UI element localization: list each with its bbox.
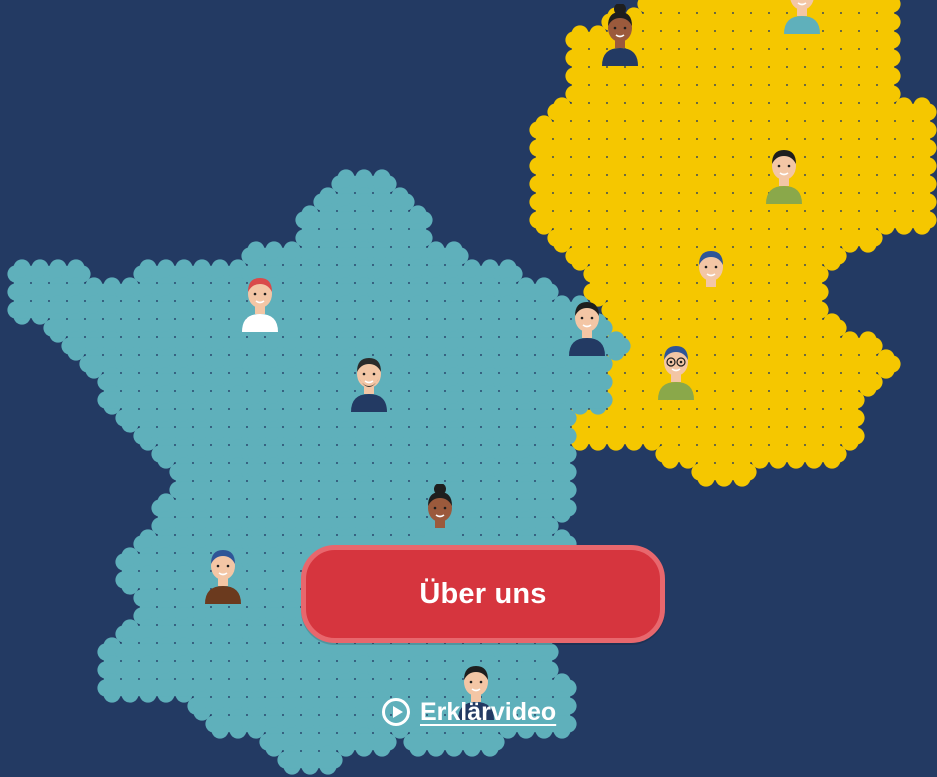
avatar-bun-dark-skin xyxy=(418,483,462,553)
hero-stage: Über uns Erklärvideo xyxy=(0,0,937,777)
explainer-video-link[interactable]: Erklärvideo xyxy=(382,694,556,730)
person-cap-icon xyxy=(205,550,241,604)
france-dot-region xyxy=(7,169,631,775)
avatar-top-right xyxy=(780,0,824,39)
germany-dot-region xyxy=(529,0,937,487)
person-bald-beard-icon xyxy=(351,358,387,412)
person-blue-hair-icon xyxy=(693,251,729,305)
person-bun-icon xyxy=(422,483,458,546)
play-circle-icon xyxy=(382,698,410,726)
about-us-button[interactable]: Über uns xyxy=(301,545,665,643)
avatar-blue-cap xyxy=(201,542,245,609)
person-top-right-icon xyxy=(784,0,820,34)
avatar-border xyxy=(565,294,609,361)
person-red-hair-icon xyxy=(242,278,278,332)
avatar-top-bun xyxy=(598,3,642,81)
explainer-video-label: Erklärvideo xyxy=(420,697,557,726)
person-green-shirt-icon xyxy=(766,150,802,204)
person-border-icon xyxy=(569,302,605,356)
avatar-green-shirt xyxy=(762,142,806,213)
avatar-blue-hair xyxy=(689,243,733,305)
avatar-bald-beard xyxy=(347,350,391,427)
avatar-glasses xyxy=(654,338,698,409)
person-glasses-icon xyxy=(658,346,694,400)
avatar-red-hair xyxy=(238,270,282,337)
person-top-bun-icon xyxy=(602,3,638,66)
